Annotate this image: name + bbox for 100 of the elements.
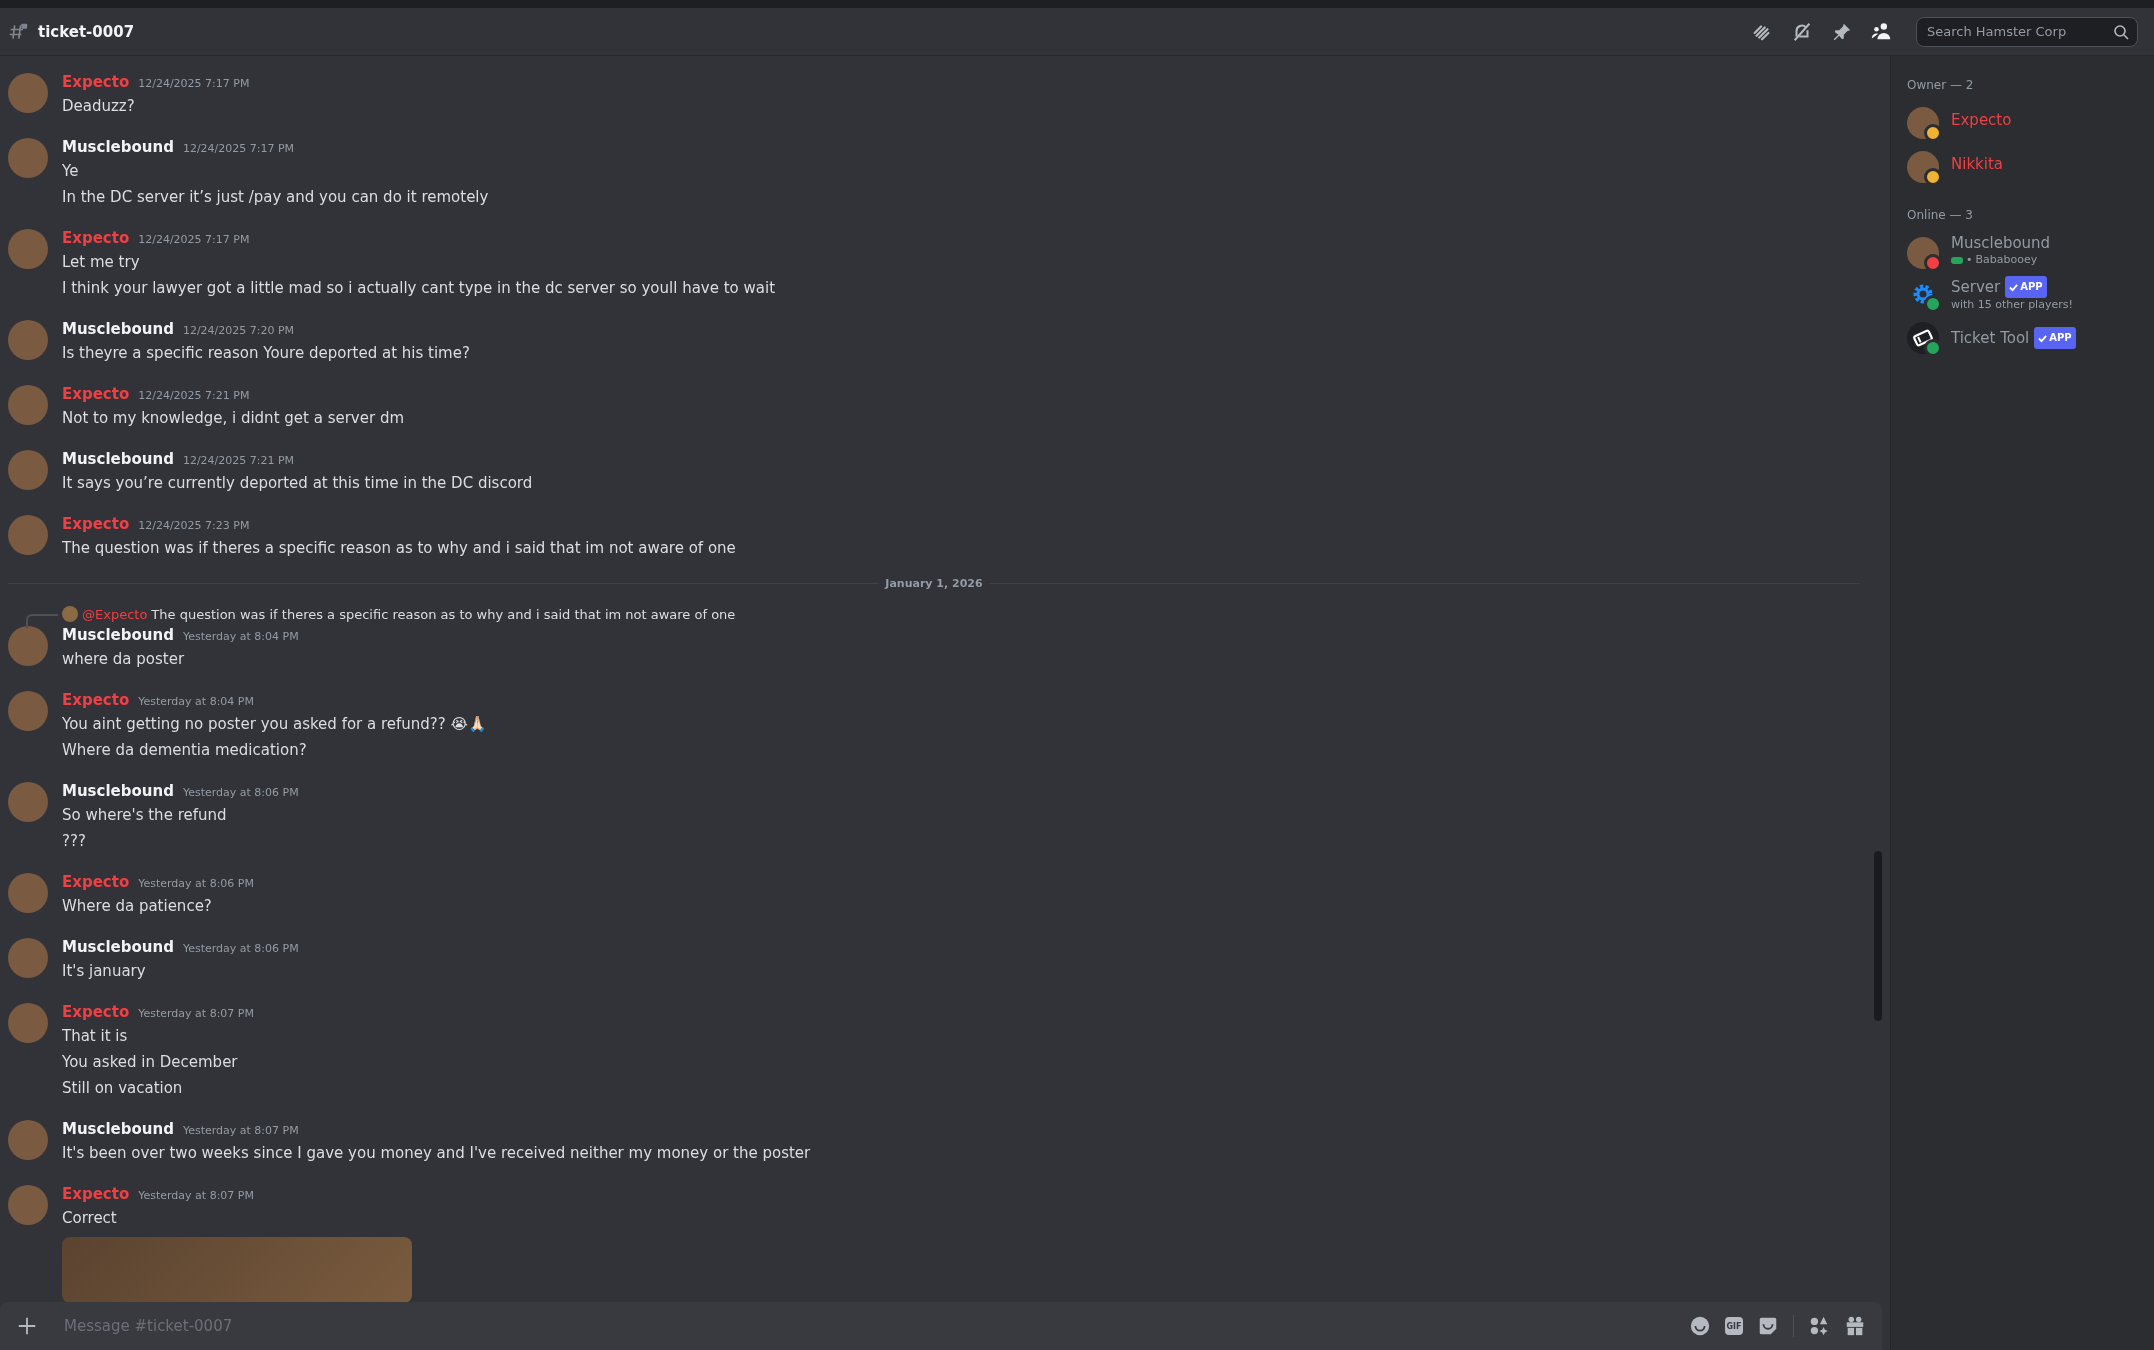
message-timestamp: Yesterday at 8:06 PM — [182, 941, 299, 957]
avatar[interactable] — [8, 626, 48, 666]
message-timestamp: Yesterday at 8:04 PM — [182, 629, 299, 645]
message-timestamp: Yesterday at 8:07 PM — [138, 1188, 254, 1204]
message-input[interactable]: Message #ticket-0007 GIF — [0, 1302, 1882, 1350]
author-name[interactable]: Musclebound — [62, 624, 174, 646]
avatar[interactable] — [8, 938, 48, 978]
message-text: Still on vacation — [62, 1078, 184, 1099]
avatar[interactable] — [8, 450, 48, 490]
message-timestamp: Yesterday at 8:07 PM — [138, 1006, 254, 1022]
author-name[interactable]: Musclebound — [62, 1118, 174, 1140]
message-text: Where da patience? — [62, 896, 213, 917]
message-text: Let me try — [62, 252, 141, 273]
message-text: Not to my knowledge, i didnt get a server dm — [62, 408, 405, 429]
member-name[interactable]: Musclebound — [1951, 233, 2051, 253]
author-name[interactable]: Expecto — [62, 383, 130, 405]
member-name[interactable]: Nikkita — [1951, 154, 2003, 174]
message-text: You asked in December — [62, 1052, 239, 1073]
member-group-title: Online — 3 — [1907, 208, 1974, 222]
message-text: It's been over two weeks since I gave you money and I've received neither my money or the poster — [62, 1143, 811, 1164]
author-name[interactable]: Musclebound — [62, 318, 174, 340]
locked-channel-icon — [8, 21, 28, 42]
muted-bell-icon[interactable] — [1791, 20, 1813, 43]
avatar[interactable] — [8, 1120, 48, 1160]
message-text: Deaduzz? — [62, 96, 136, 117]
member-name[interactable]: Server — [1951, 277, 2001, 297]
message-input-text[interactable]: Message #ticket-0007 — [62, 1316, 1675, 1336]
avatar[interactable] — [8, 515, 48, 555]
message-timestamp: 12/24/2025 7:17 PM — [138, 76, 250, 92]
member-avatar[interactable] — [1907, 322, 1939, 354]
member-activity: Bababooey — [1975, 253, 2038, 267]
member-group-title: Owner — 2 — [1907, 78, 1975, 92]
member-avatar[interactable] — [1907, 107, 1939, 139]
message-text: where da poster — [62, 649, 186, 670]
separator-dot: • — [1966, 253, 1973, 267]
check-icon — [2009, 282, 2019, 292]
author-name[interactable]: Expecto — [62, 689, 130, 711]
emoji-icon[interactable] — [1689, 1315, 1711, 1337]
author-name[interactable]: Expecto — [62, 71, 130, 93]
message-timestamp: Yesterday at 8:06 PM — [182, 785, 299, 801]
message-text: Ye — [62, 161, 80, 182]
message-timestamp: 12/24/2025 7:17 PM — [182, 141, 295, 157]
message-timestamp: 12/24/2025 7:20 PM — [182, 323, 295, 339]
reply-mention[interactable]: @Expecto — [82, 606, 148, 622]
avatar[interactable] — [8, 229, 48, 269]
message-text: It says you’re currently deported at this time in the DC discord — [62, 473, 533, 494]
avatar[interactable] — [8, 691, 48, 731]
search-input[interactable]: Search Hamster Corp — [1925, 23, 2113, 40]
author-name[interactable]: Musclebound — [62, 136, 174, 158]
avatar[interactable] — [8, 73, 48, 113]
message-text: It's january — [62, 961, 147, 982]
message-text: So where's the refund — [62, 805, 228, 826]
author-name[interactable]: Musclebound — [62, 448, 174, 470]
avatar[interactable] — [8, 385, 48, 425]
message-timestamp: 12/24/2025 7:23 PM — [138, 518, 250, 534]
apps-icon[interactable] — [1808, 1315, 1830, 1337]
message-text: Where da dementia medication? — [62, 740, 308, 761]
app-tag: APP — [2034, 327, 2076, 349]
message-text: That it is — [62, 1026, 129, 1047]
member-activity: with 15 other players! — [1951, 298, 2073, 312]
avatar[interactable] — [8, 782, 48, 822]
author-name[interactable]: Expecto — [62, 871, 130, 893]
message-text: You aint getting no poster you asked for a refund?? 😭🙏🏻 — [62, 714, 488, 735]
sticker-icon[interactable] — [1757, 1315, 1779, 1337]
photo-placeholder[interactable] — [62, 1237, 412, 1302]
member-avatar[interactable] — [1907, 151, 1939, 183]
message-text: In the DC server it’s just /pay and you can do it remotely — [62, 187, 489, 208]
message-timestamp: 12/24/2025 7:21 PM — [182, 453, 295, 469]
reply-avatar — [62, 606, 78, 622]
channel-name: ticket-0007 — [38, 22, 135, 41]
message-timestamp: Yesterday at 8:06 PM — [138, 876, 254, 892]
gift-icon[interactable] — [1844, 1315, 1866, 1337]
avatar[interactable] — [8, 873, 48, 913]
author-name[interactable]: Expecto — [62, 1183, 130, 1205]
author-name[interactable]: Musclebound — [62, 780, 174, 802]
author-name[interactable]: Expecto — [62, 227, 130, 249]
author-name[interactable]: Expecto — [62, 513, 130, 535]
message-timestamp: 12/24/2025 7:21 PM — [138, 388, 250, 404]
reply-preview-text[interactable]: The question was if theres a specific reason as to why and i said that im not aware of one — [151, 606, 736, 622]
avatar[interactable] — [8, 1185, 48, 1225]
gif-button[interactable]: GIF — [1725, 1317, 1743, 1335]
author-name[interactable]: Expecto — [62, 1001, 130, 1023]
author-name[interactable]: Musclebound — [62, 936, 174, 958]
plus-icon[interactable] — [16, 1315, 38, 1337]
avatar[interactable] — [8, 320, 48, 360]
message-text: Correct — [62, 1208, 118, 1229]
member-name[interactable]: Ticket Tool — [1951, 328, 2030, 348]
member-name[interactable]: Expecto — [1951, 110, 2012, 130]
message-text: I think your lawyer got a little mad so i actually cant type in the dc server so youll have to wait — [62, 278, 776, 299]
avatar[interactable] — [8, 138, 48, 178]
check-icon — [2038, 333, 2048, 343]
message-timestamp: Yesterday at 8:07 PM — [182, 1123, 299, 1139]
message-text: ??? — [62, 831, 87, 852]
message-timestamp: Yesterday at 8:04 PM — [138, 694, 254, 710]
search-icon[interactable] — [2113, 23, 2129, 40]
date-divider-label: January 1, 2026 — [883, 577, 984, 590]
search-field[interactable]: Search Hamster Corp — [1916, 16, 2138, 47]
message-timestamp: 12/24/2025 7:17 PM — [138, 232, 250, 248]
avatar[interactable] — [8, 1003, 48, 1043]
scrollbar-thumb[interactable] — [1874, 851, 1882, 1021]
